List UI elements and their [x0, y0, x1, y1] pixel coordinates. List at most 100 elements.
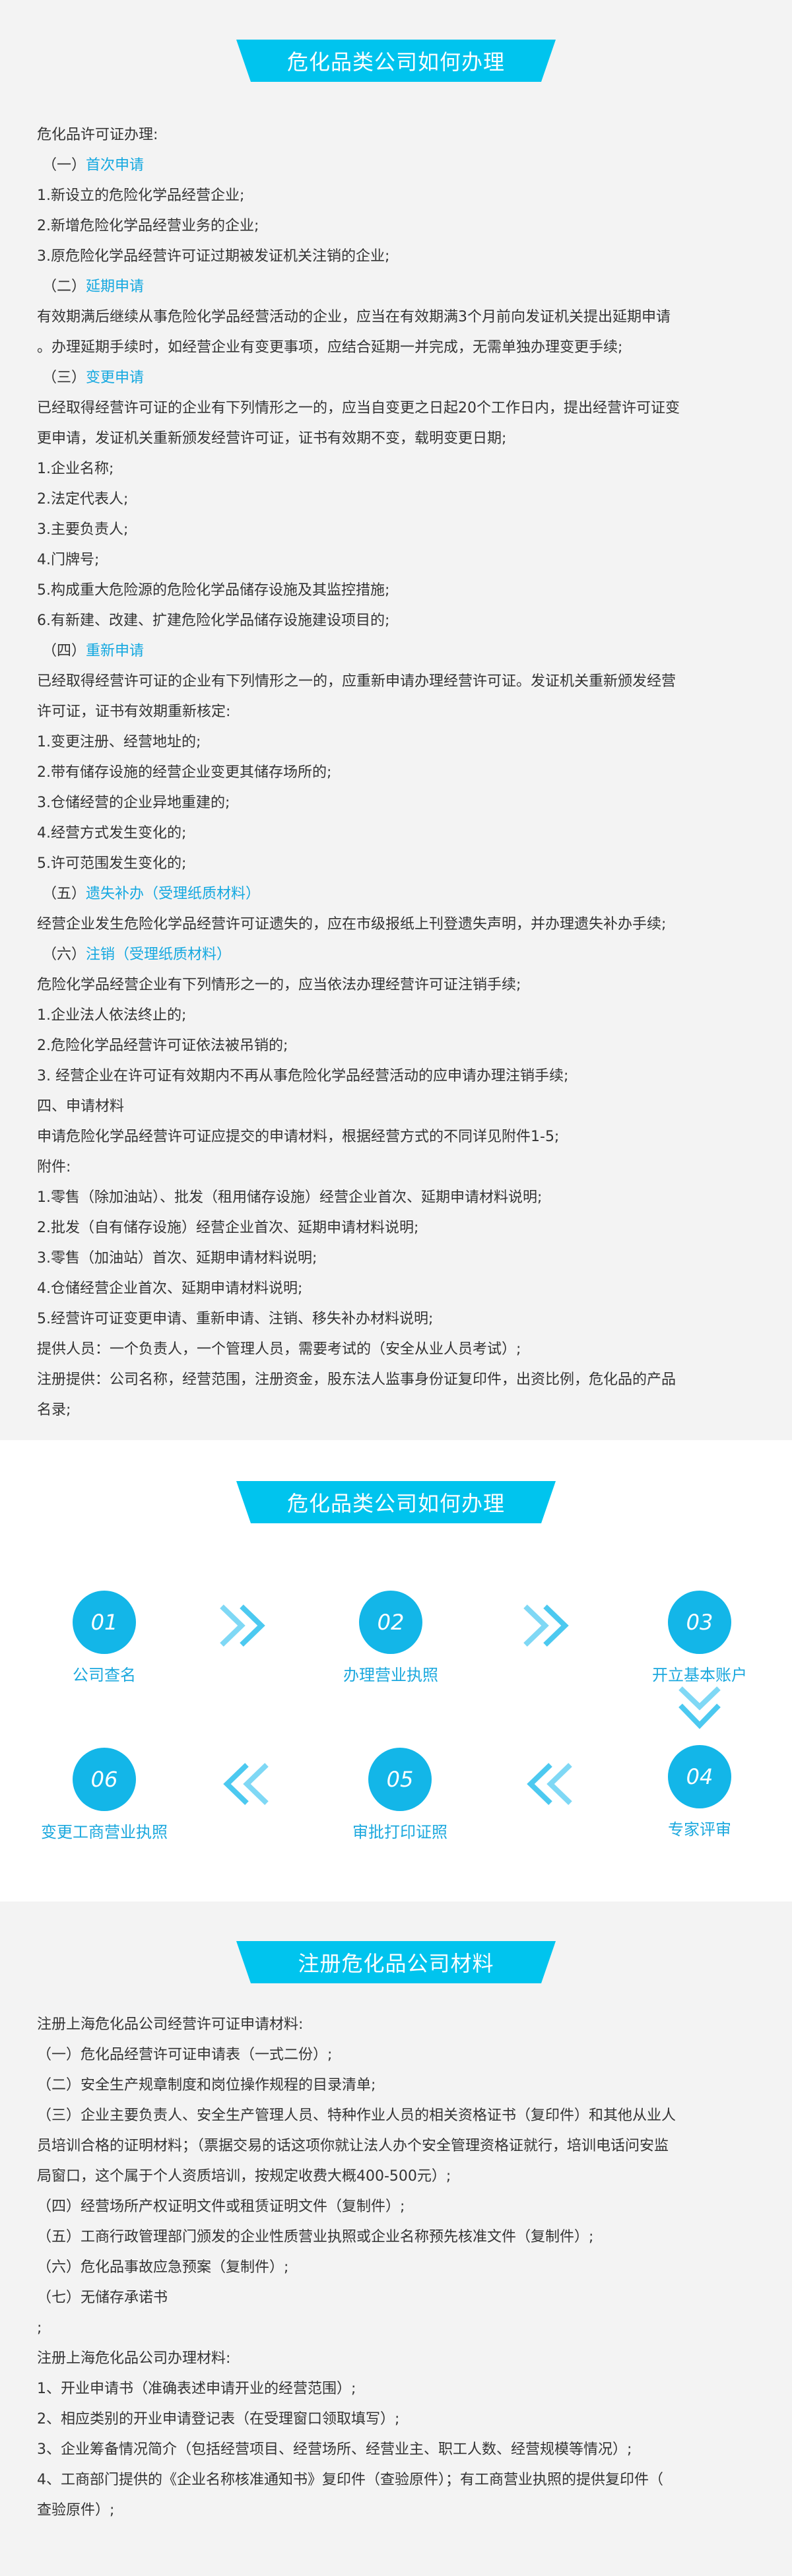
text-line: 4、工商部门提供的《企业名称核准通知书》复印件（查验原件）；有工商营业执照的提供…	[37, 2465, 755, 2495]
line-text: 3、企业筹备情况简介（包括经营项目、经营场所、经营业主、职工人数、经营规模等情况…	[37, 2441, 632, 2458]
text-line: 3.零售（加油站）首次、延期申请材料说明;	[37, 1243, 755, 1274]
process-step-3: 03 开立基本账户	[627, 1591, 772, 1685]
line-text: 注册提供：公司名称，经营范围，注册资金，股东法人监事身份证复印件，出资比例，危化…	[37, 1371, 676, 1388]
text-line: 有效期满后继续从事危险化学品经营活动的企业，应当在有效期满3个月前向发证机关提出…	[37, 302, 755, 333]
subheading-line: （一）首次申请	[37, 150, 755, 181]
text-line: 1.企业法人依法终止的;	[37, 1001, 755, 1031]
text-line: （四）经营场所产权证明文件或租赁证明文件（复制件）;	[37, 2192, 755, 2222]
line-text: 3.仓储经营的企业异地重建的;	[37, 795, 230, 811]
line-text: 1.企业名称;	[37, 461, 114, 477]
process-title-banner: 危化品类公司如何办理	[236, 1481, 556, 1523]
line-text: 。办理延期手续时，如经营企业有变更事项，应结合延期一并完成，无需单独办理变更手续…	[37, 339, 623, 356]
text-line: （三）企业主要负责人、安全生产管理人员、特种作业人员的相关资格证书（复印件）和其…	[37, 2101, 755, 2131]
line-text: 2、相应类别的开业申请登记表（在受理窗口领取填写）;	[37, 2411, 400, 2427]
line-text: 已经取得经营许可证的企业有下列情形之一的，应重新申请办理经营许可证。发证机关重新…	[37, 673, 676, 690]
line-text: 经营企业发生危险化学品经营许可证遗失的，应在市级报纸上刊登遗失声明，并办理遗失补…	[37, 916, 667, 933]
subheading-prefix: （五）	[42, 886, 86, 902]
line-text: 5.构成重大危险源的危险化学品储存设施及其监控措施;	[37, 582, 390, 599]
subheading-prefix: （一）	[42, 157, 86, 174]
process-step-2: 02 办理营业执照	[318, 1591, 463, 1685]
line-text: 危化品许可证办理:	[37, 127, 158, 143]
text-line: 5.许可范围发生变化的;	[37, 849, 755, 879]
line-text: （五）工商行政管理部门颁发的企业性质营业执照或企业名称预先核准文件（复制件）;	[37, 2229, 594, 2245]
text-line: ;	[37, 2313, 755, 2344]
line-text: 员培训合格的证明材料；（票据交易的话这项你就让法人办个安全管理资格证就行，培训电…	[37, 2138, 669, 2154]
subheading-text: 变更申请	[86, 370, 145, 386]
step-number-circle: 05	[368, 1748, 432, 1811]
line-text: ;	[37, 2320, 42, 2336]
line-text: 4.经营方式发生变化的;	[37, 825, 187, 842]
text-line: 1.变更注册、经营地址的;	[37, 727, 755, 758]
chevron-right-icon	[523, 1604, 569, 1647]
text-line: 1.零售（除加油站）、批发（租用储存设施）经营企业首次、延期申请材料说明;	[37, 1183, 755, 1213]
subheading-line: （三）变更申请	[37, 363, 755, 393]
subheading-line: （五）遗失补办（受理纸质材料）	[37, 879, 755, 909]
line-text: 4.门牌号;	[37, 552, 100, 568]
line-text: 名录;	[37, 1402, 71, 1418]
line-text: 注册上海危化品公司办理材料:	[37, 2350, 231, 2367]
text-line: 危险化学品经营企业有下列情形之一的，应当依法办理经营许可证注销手续;	[37, 970, 755, 1001]
text-line: 员培训合格的证明材料；（票据交易的话这项你就让法人办个安全管理资格证就行，培训电…	[37, 2131, 755, 2162]
line-text: 四、申请材料	[37, 1098, 125, 1115]
subheading-prefix: （二）	[42, 279, 86, 295]
line-text: 查验原件）;	[37, 2502, 115, 2519]
line-text: 1.变更注册、经营地址的;	[37, 734, 201, 750]
line-text: （七）无储存承诺书	[37, 2290, 168, 2306]
step-number-circle: 06	[73, 1748, 136, 1811]
line-text: 局窗口，这个属于个人资质培训，按规定收费大概400-500元）;	[37, 2168, 451, 2185]
subheading-text: 延期申请	[86, 279, 145, 295]
text-line: 许可证，证书有效期重新核定:	[37, 697, 755, 727]
section-title-banner: 危化品类公司如何办理	[236, 40, 556, 82]
text-line: 四、申请材料	[37, 1092, 755, 1122]
line-text: 5.经营许可证变更申请、重新申请、注销、移失补办材料说明;	[37, 1311, 434, 1327]
line-text: 1、开业申请书（准确表述申请开业的经营范围）;	[37, 2381, 356, 2397]
text-line: 2.法定代表人;	[37, 484, 755, 515]
materials-title-banner: 注册危化品公司材料	[236, 1941, 556, 1983]
process-flow: 01 公司查名 02 办理营业执照 03 开立基本账户 04 专家评审 05 审…	[0, 1523, 792, 1866]
text-line: 注册提供：公司名称，经营范围，注册资金，股东法人监事身份证复印件，出资比例，危化…	[37, 1365, 755, 1395]
text-line: 4.经营方式发生变化的;	[37, 818, 755, 849]
line-text: 附件:	[37, 1159, 71, 1175]
line-text: 1.新设立的危险化学品经营企业;	[37, 187, 245, 204]
text-line: 2.新增危险化学品经营业务的企业;	[37, 211, 755, 242]
text-line: 经营企业发生危险化学品经营许可证遗失的，应在市级报纸上刊登遗失声明，并办理遗失补…	[37, 909, 755, 940]
line-text: 有效期满后继续从事危险化学品经营活动的企业，应当在有效期满3个月前向发证机关提出…	[37, 309, 671, 325]
line-text: 注册上海危化品公司经营许可证申请材料:	[37, 2016, 304, 2033]
text-line: 3.原危险化学品经营许可证过期被发证机关注销的企业;	[37, 242, 755, 272]
step-label: 审批打印证照	[352, 1823, 447, 1841]
text-line: 3. 经营企业在许可证有效期内不再从事危险化学品经营活动的应申请办理注销手续;	[37, 1061, 755, 1092]
text-line: 附件:	[37, 1152, 755, 1183]
text-line: 2.危险化学品经营许可证依法被吊销的;	[37, 1031, 755, 1061]
permit-section: 危化品类公司如何办理 危化品许可证办理: （一）首次申请 1.新设立的危险化学品经营…	[0, 0, 792, 1440]
step-number-circle: 04	[668, 1745, 731, 1808]
subheading-text: 注销（受理纸质材料）	[86, 946, 232, 963]
text-line: 1、开业申请书（准确表述申请开业的经营范围）;	[37, 2374, 755, 2404]
line-text: 3.零售（加油站）首次、延期申请材料说明;	[37, 1250, 317, 1267]
text-line: 注册上海危化品公司经营许可证申请材料:	[37, 2010, 755, 2040]
text-line: 5.经营许可证变更申请、重新申请、注销、移失补办材料说明;	[37, 1304, 755, 1335]
line-text: （三）企业主要负责人、安全生产管理人员、特种作业人员的相关资格证书（复印件）和其…	[37, 2107, 676, 2124]
text-line: 名录;	[37, 1395, 755, 1426]
line-text: 3.主要负责人;	[37, 521, 129, 538]
text-line: 3、企业筹备情况简介（包括经营项目、经营场所、经营业主、职工人数、经营规模等情况…	[37, 2435, 755, 2465]
subheading-line: （二）延期申请	[37, 272, 755, 302]
step-label: 公司查名	[73, 1666, 136, 1684]
text-line: 4.门牌号;	[37, 545, 755, 576]
materials-content: 注册上海危化品公司经营许可证申请材料: （一）危化品经营许可证申请表（一式二份）;…	[0, 1983, 792, 2526]
line-text: 更申请，发证机关重新颁发经营许可证，证书有效期不变，载明变更日期;	[37, 430, 507, 447]
step-label: 变更工商营业执照	[41, 1823, 168, 1841]
line-text: 许可证，证书有效期重新核定:	[37, 704, 231, 720]
line-text: 4、工商部门提供的《企业名称核准通知书》复印件（查验原件）；有工商营业执照的提供…	[37, 2472, 664, 2488]
process-step-4: 04 专家评审	[627, 1745, 772, 1839]
subheading-line: （六）注销（受理纸质材料）	[37, 940, 755, 970]
line-text: （二）安全生产规章制度和岗位操作规程的目录清单;	[37, 2077, 376, 2094]
process-step-5: 05 审批打印证照	[327, 1748, 473, 1842]
chevron-right-icon	[220, 1604, 265, 1647]
line-text: （一）危化品经营许可证申请表（一式二份）;	[37, 2047, 333, 2063]
permit-content: 危化品许可证办理: （一）首次申请 1.新设立的危险化学品经营企业; 2.新增危险化学…	[0, 82, 792, 1426]
chevron-left-icon	[527, 1763, 572, 1805]
line-text: 2.带有储存设施的经营企业变更其储存场所的;	[37, 764, 332, 781]
line-text: 提供人员：一个负责人，一个管理人员，需要考试的（安全从业人员考试）;	[37, 1341, 521, 1358]
materials-section: 注册危化品公司材料 注册上海危化品公司经营许可证申请材料: （一）危化品经营许可证…	[0, 1901, 792, 2576]
text-line: 3.仓储经营的企业异地重建的;	[37, 788, 755, 818]
